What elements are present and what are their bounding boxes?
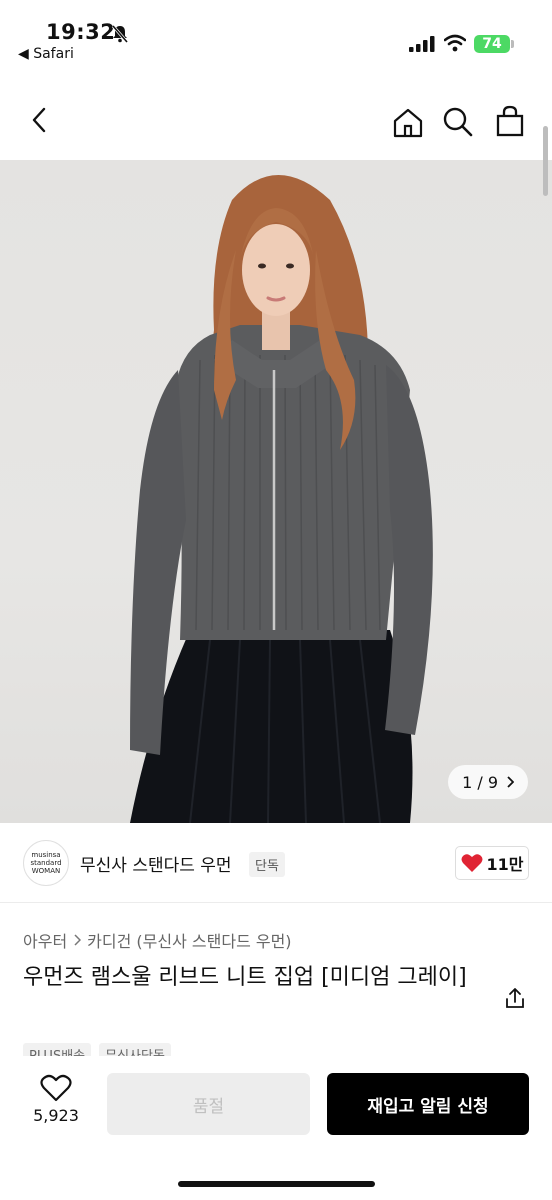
home-indicator[interactable] — [178, 1181, 375, 1187]
home-icon[interactable] — [391, 106, 425, 140]
wifi-icon — [444, 34, 466, 52]
status-time: 19:32 — [46, 20, 116, 44]
brand-like-count: 11만 — [486, 855, 524, 874]
category-breadcrumb: 아우터 카디건 (무신사 스탠다드 우먼) — [23, 928, 292, 952]
soldout-button: 품절 — [107, 1073, 310, 1135]
restock-alert-button[interactable]: 재입고 알림 신청 — [327, 1073, 529, 1135]
product-photo — [130, 175, 433, 823]
brand-logo[interactable]: musinsa standard WOMAN — [23, 840, 69, 886]
top-nav-bar — [0, 80, 552, 160]
breadcrumb-item-cardigan[interactable]: 카디건 (무신사 스탠다드 우먼) — [87, 928, 291, 952]
product-title: 우먼즈 램스울 리브드 니트 집업 [미디엄 그레이] — [23, 965, 467, 990]
page-counter-label: 1 / 9 — [462, 772, 498, 792]
chevron-right-icon — [507, 776, 514, 788]
product-image-carousel[interactable]: 1 / 9 — [0, 160, 552, 823]
wishlist-count: 5,923 — [33, 1106, 79, 1125]
image-page-counter[interactable]: 1 / 9 — [448, 765, 528, 799]
cart-icon[interactable] — [493, 104, 527, 138]
status-bar: 19:32 ◀ Safari 74 — [0, 0, 552, 80]
heart-outline-icon — [40, 1074, 72, 1102]
brand-row: musinsa standard WOMAN 무신사 스탠다드 우먼 단독 11… — [0, 823, 552, 903]
heart-filled-icon — [461, 854, 482, 872]
signal-icon — [409, 36, 435, 52]
brand-like-button[interactable]: 11만 — [455, 846, 529, 880]
brand-logo-line: WOMAN — [31, 867, 61, 875]
page-scrollbar[interactable] — [543, 126, 548, 196]
brand-logo-line: musinsa — [31, 851, 61, 859]
brand-logo-line: standard — [30, 859, 62, 867]
breadcrumb-item-outer[interactable]: 아우터 — [23, 928, 67, 952]
exclusive-badge: 단독 — [249, 852, 285, 877]
battery-indicator: 74 — [474, 35, 510, 53]
brand-name-link[interactable]: 무신사 스탠다드 우먼 — [80, 851, 232, 876]
chevron-right-icon — [74, 934, 82, 946]
bottom-action-bar: 5,923 품절 재입고 알림 신청 — [0, 1056, 552, 1200]
back-icon[interactable] — [22, 103, 56, 137]
search-icon[interactable] — [441, 105, 475, 139]
back-to-safari-link[interactable]: ◀ Safari — [18, 46, 74, 62]
wishlist-button[interactable]: 5,923 — [26, 1074, 86, 1125]
battery-tip — [511, 40, 514, 48]
share-icon[interactable] — [502, 985, 528, 1011]
bell-muted-icon — [111, 25, 129, 43]
